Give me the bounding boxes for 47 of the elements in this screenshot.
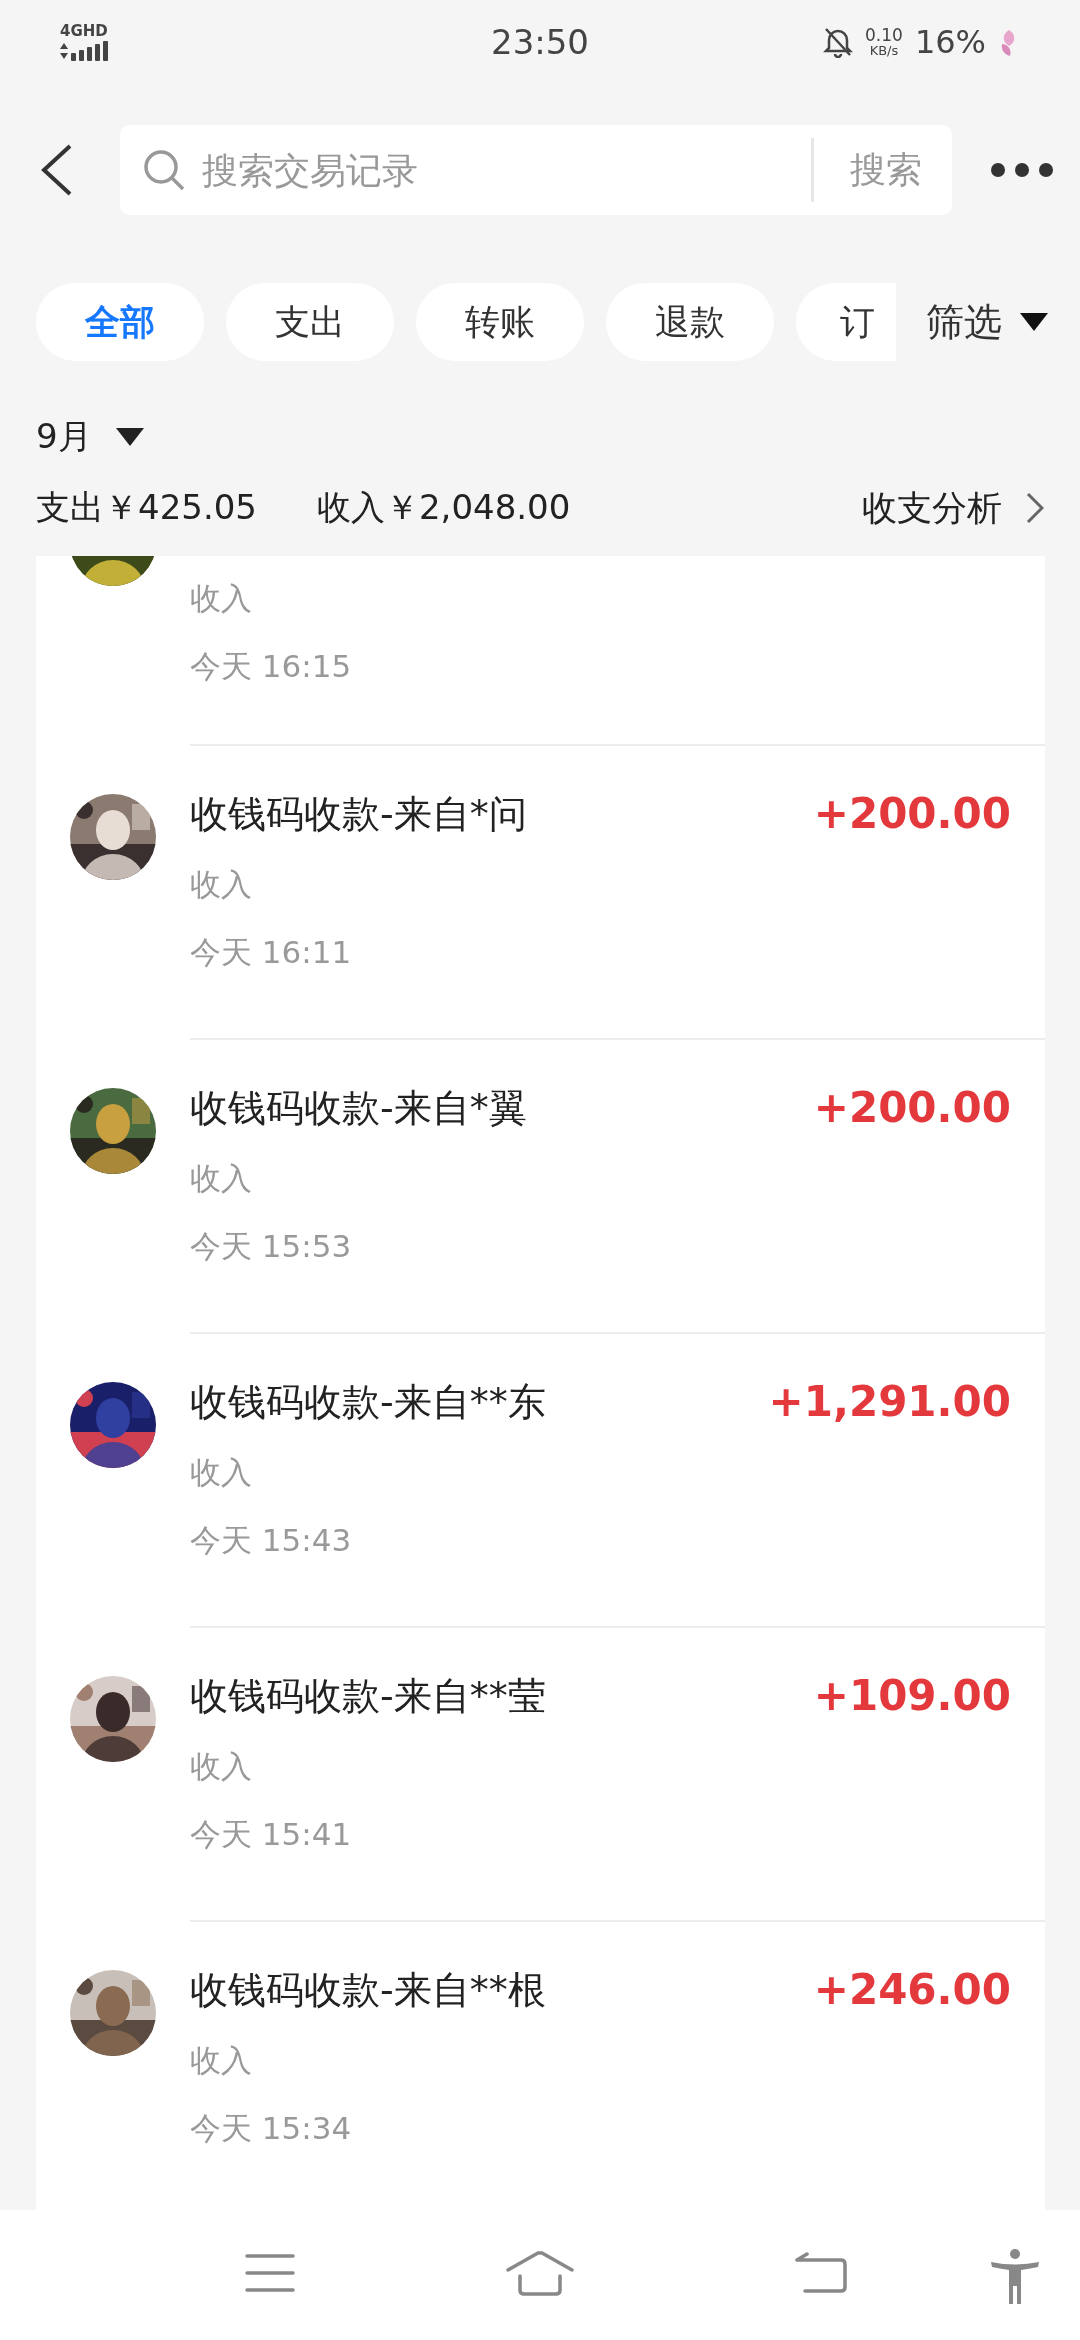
transaction-title: 收钱码收款-来自**根 <box>190 1967 546 2014</box>
battery-level: 16% <box>914 23 986 61</box>
transaction-title: 收钱码收款-来自*翼 <box>190 1085 527 1132</box>
transaction-title: 收钱码收款-来自*问 <box>190 791 527 838</box>
transaction-title: 收钱码收款-来自**东 <box>190 1379 546 1426</box>
dropdown-icon <box>115 428 144 446</box>
transaction-category: 收入 <box>190 1159 253 1198</box>
dropdown-icon <box>1020 313 1048 331</box>
month-selector[interactable]: 9月 <box>36 414 92 460</box>
transaction-category: 收入 <box>190 579 253 618</box>
accessibility-icon[interactable] <box>990 2248 1040 2304</box>
filter-tab[interactable]: 全部 <box>36 283 204 361</box>
signal-icon <box>60 40 108 61</box>
transaction-time: 今天 15:41 <box>190 1815 353 1854</box>
transaction-category: 收入 <box>190 1453 253 1492</box>
filter-tab[interactable]: 转账 <box>416 283 584 361</box>
analysis-link[interactable]: 收支分析 <box>862 484 1002 532</box>
speed-unit: KB/s <box>869 44 899 57</box>
filter-tab[interactable]: 订 <box>796 283 896 361</box>
clock: 23:50 <box>491 22 589 62</box>
transaction-title: 收钱码收款-来自**莹 <box>190 1673 546 1720</box>
transaction-amount: +109.00 <box>813 1670 1011 1722</box>
transaction-time: 今天 15:34 <box>190 2109 353 2148</box>
transaction-category: 收入 <box>190 865 253 904</box>
income-total: 收入￥2,048.00 <box>316 486 571 529</box>
transaction-time: 今天 15:53 <box>190 1227 353 1266</box>
transaction-amount: +200.00 <box>813 788 1011 840</box>
filter-tab[interactable]: 支出 <box>226 283 394 361</box>
bell-muted-icon <box>823 26 853 58</box>
transaction-time: 今天 15:43 <box>190 1521 353 1560</box>
transaction-time: 今天 16:11 <box>190 933 353 972</box>
transaction-amount: +246.00 <box>813 1964 1011 2016</box>
transaction-amount: +1,291.00 <box>768 1376 1011 1428</box>
transaction-category: 收入 <box>190 1747 253 1786</box>
network-speed: 0.10 <box>865 27 903 44</box>
filter-tab[interactable]: 退款 <box>606 283 774 361</box>
transaction-category: 收入 <box>190 2041 253 2080</box>
transaction-amount: +200.00 <box>813 1082 1011 1134</box>
back-nav-icon[interactable] <box>795 2252 849 2294</box>
network-type: 4GHD <box>60 23 108 39</box>
expense-total: 支出￥425.05 <box>36 486 257 529</box>
chevron-right-icon <box>1026 492 1044 524</box>
home-icon[interactable] <box>505 2250 575 2296</box>
more-icon[interactable] <box>988 160 1056 180</box>
search-icon <box>142 148 186 192</box>
transaction-time: 今天 16:15 <box>190 647 353 686</box>
menu-icon[interactable] <box>245 2252 295 2294</box>
